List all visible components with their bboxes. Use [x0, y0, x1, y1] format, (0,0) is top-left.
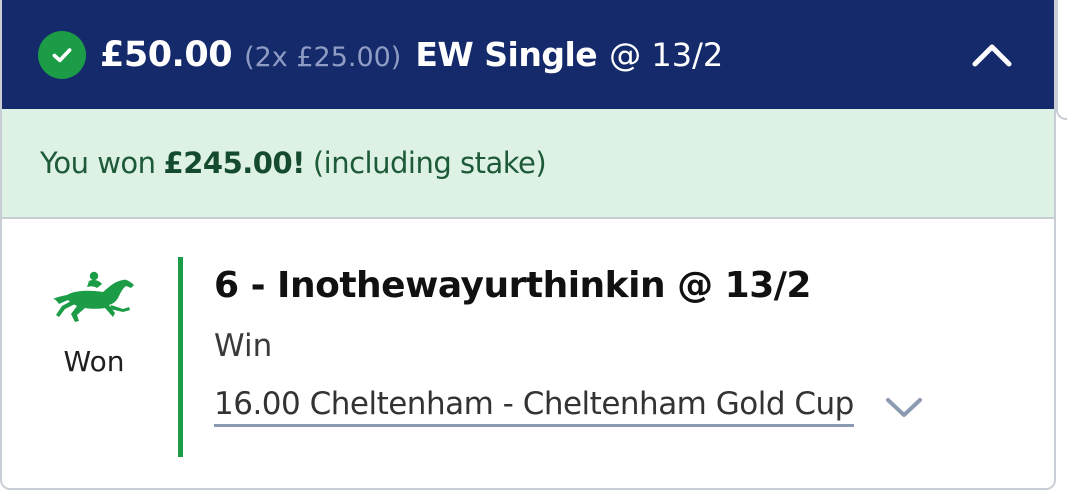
- bet-type: EW Single: [415, 34, 598, 74]
- selection-row: Won 6 - Inothewayurthinkin @ 13/2 Win 16…: [2, 219, 1054, 488]
- result-divider: [178, 257, 183, 457]
- winnings-suffix: (including stake): [312, 146, 547, 180]
- bet-card: £50.00 (2x £25.00) EW Single @ 13/2 You …: [0, 0, 1056, 490]
- status-label: Won: [63, 345, 125, 378]
- market-name: Win: [214, 328, 273, 364]
- chevron-up-icon: [972, 44, 1012, 66]
- selection-details: 6 - Inothewayurthinkin @ 13/2 Win 16.00 …: [214, 265, 1034, 427]
- bet-odds: @ 13/2: [609, 35, 724, 74]
- adjacent-card-edge: [1056, 0, 1067, 120]
- total-stake: £50.00: [100, 34, 233, 75]
- winnings-prefix: You won: [40, 146, 156, 180]
- runner-name: 6 - Inothewayurthinkin @ 13/2: [214, 265, 811, 306]
- event-link[interactable]: 16.00 Cheltenham - Cheltenham Gold Cup: [214, 386, 854, 427]
- collapse-button[interactable]: [970, 33, 1014, 77]
- winnings-banner: You won £245.00! (including stake): [2, 109, 1054, 219]
- horse-racing-icon: [53, 271, 134, 322]
- stake-split: (2x £25.00): [244, 41, 402, 73]
- winnings-amount: £245.00!: [163, 146, 306, 180]
- bet-summary: £50.00 (2x £25.00) EW Single @ 13/2: [100, 35, 723, 75]
- selection-status: Won: [46, 271, 142, 378]
- check-circle-icon: [38, 30, 86, 79]
- event-row: 16.00 Cheltenham - Cheltenham Gold Cup: [214, 386, 1034, 427]
- bet-header[interactable]: £50.00 (2x £25.00) EW Single @ 13/2: [2, 0, 1054, 109]
- chevron-down-icon: [885, 397, 922, 417]
- expand-button[interactable]: [882, 387, 926, 427]
